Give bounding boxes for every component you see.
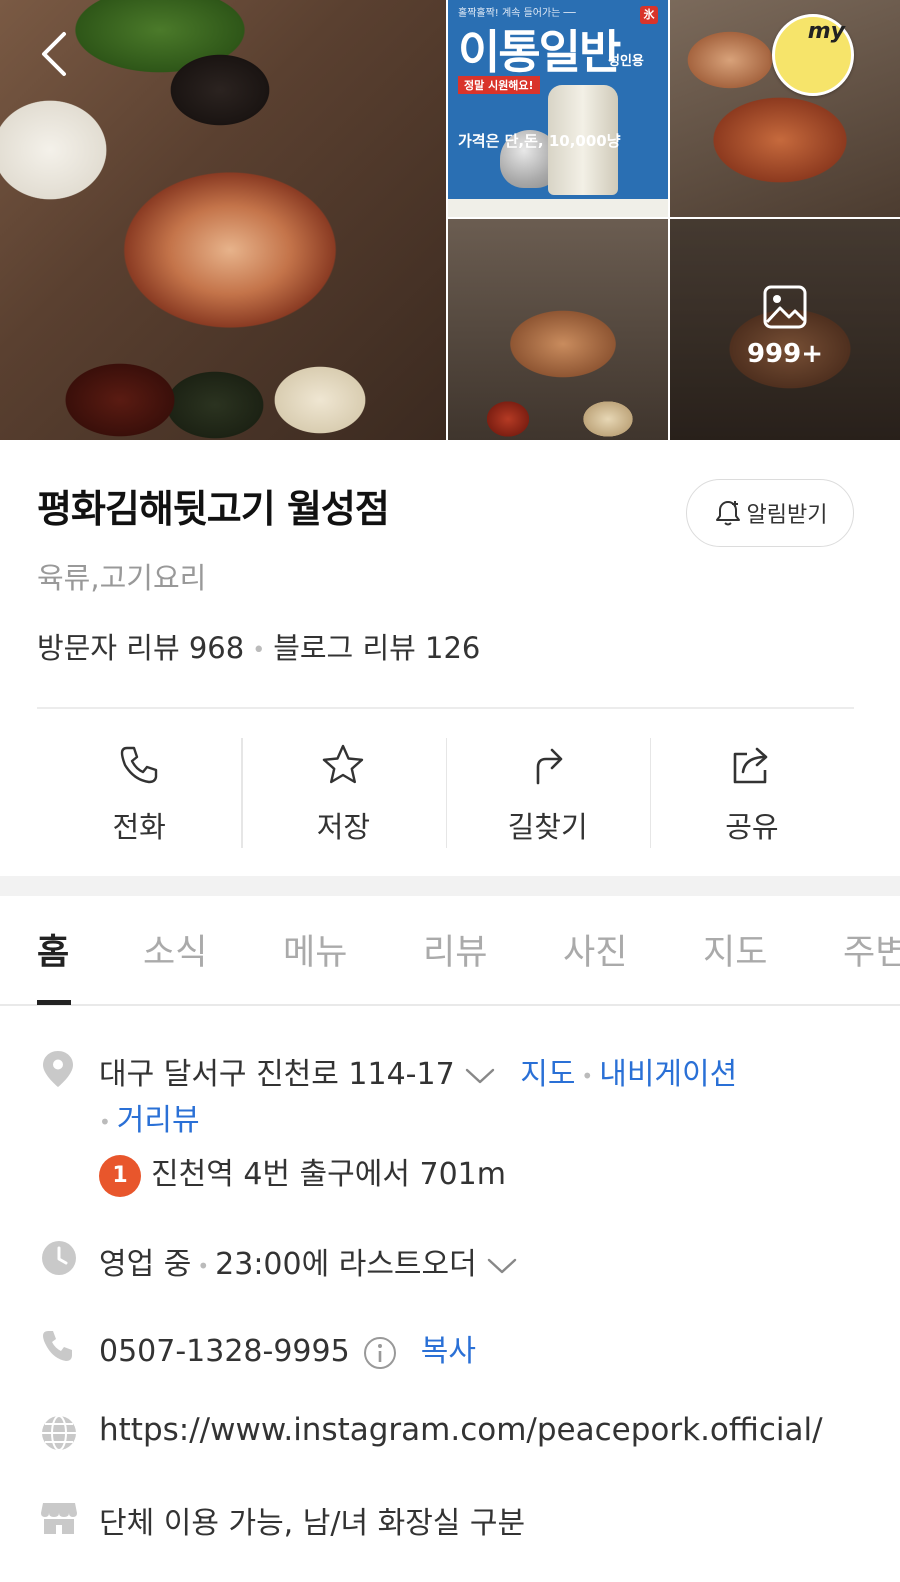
chevron-down-icon[interactable] [465, 1067, 495, 1085]
facilities-text: 단체 이용 가능, 남/녀 화장실 구분 [99, 1506, 526, 1541]
share-icon [733, 747, 768, 784]
photo-bottom-left[interactable] [448, 219, 668, 440]
poster-title: 이통일반 [458, 25, 621, 79]
star-icon [323, 744, 364, 784]
separator-dot: • [252, 637, 266, 663]
website-link[interactable]: https://www.instagram.com/peacepork.offi… [99, 1412, 823, 1448]
image-icon [763, 285, 807, 329]
location-pin-icon [43, 1051, 73, 1087]
tab-menu[interactable]: 메뉴 [283, 924, 347, 975]
tab-photos[interactable]: 사진 [563, 924, 627, 975]
save-button[interactable]: 저장 [241, 738, 445, 848]
section-gap [0, 876, 900, 896]
poster-photo[interactable]: 홀짝홀짝! 계속 들어가는 ── 이통일반 氷 정말 시원해요! 성인용 가격은… [448, 0, 668, 217]
subway-text: 진천역 4번 출구에서 701m [151, 1157, 506, 1192]
share-label: 공유 [725, 810, 779, 844]
place-category: 육류,고기요리 [37, 561, 207, 595]
poster-red-label: 정말 시원해요! [458, 76, 540, 94]
phone-number[interactable]: 0507-1328-9995 [99, 1334, 350, 1369]
poster-subtitle: 성인용 [608, 54, 644, 69]
hours-text: 23:00에 라스트오더 [215, 1247, 477, 1282]
place-name: 평화김해뒷고기 월성점 [37, 487, 390, 531]
info-icon[interactable] [363, 1336, 397, 1370]
navigation-link[interactable]: 내비게이션 [599, 1057, 737, 1092]
directions-icon [536, 748, 562, 785]
photo-top-right[interactable]: my [670, 0, 900, 217]
save-label: 저장 [316, 810, 371, 844]
phone-icon [120, 746, 158, 784]
subway-line-badge: 1 [99, 1154, 141, 1197]
chevron-down-icon[interactable] [487, 1257, 517, 1275]
tab-news[interactable]: 소식 [143, 924, 207, 975]
chevron-left-icon [42, 32, 66, 76]
poster-price: 가격은 단,돈, 10,000냥 [458, 132, 621, 150]
my-badge: my [772, 14, 854, 96]
my-badge-text: my [807, 19, 845, 44]
address-text: 대구 달서구 진천로 114-17 [99, 1057, 455, 1092]
tab-map[interactable]: 지도 [703, 924, 767, 975]
review-summary: 방문자 리뷰 968 • 블로그 리뷰 126 [37, 625, 480, 667]
bell-plus-icon [715, 501, 740, 526]
call-label: 전화 [112, 810, 166, 844]
directions-label: 길찾기 [507, 810, 588, 844]
tab-bar: 홈 소식 메뉴 리뷰 사진 지도 주변 [0, 896, 900, 1006]
copy-button[interactable]: 복사 [421, 1334, 476, 1369]
map-link[interactable]: 지도 [520, 1057, 575, 1092]
divider [37, 707, 854, 709]
alert-button[interactable]: 알림받기 [686, 479, 854, 547]
photo-gallery[interactable]: 홀짝홀짝! 계속 들어가는 ── 이통일반 氷 정말 시원해요! 성인용 가격은… [0, 0, 900, 440]
separator-dot: • [581, 1063, 594, 1088]
tab-reviews[interactable]: 리뷰 [423, 924, 487, 975]
tab-nearby[interactable]: 주변 [843, 924, 900, 975]
directions-button[interactable]: 길찾기 [445, 738, 650, 848]
store-icon [41, 1503, 77, 1534]
visitor-reviews-link[interactable]: 방문자 리뷰 968 [37, 631, 244, 665]
street-view-link[interactable]: 거리뷰 [117, 1103, 200, 1138]
more-photos-button[interactable]: 999+ [670, 219, 900, 440]
blog-reviews-link[interactable]: 블로그 리뷰 126 [273, 631, 480, 665]
call-button[interactable]: 전화 [37, 738, 241, 848]
separator-dot: • [99, 1109, 111, 1134]
tab-home[interactable]: 홈 [37, 924, 69, 975]
photo-count: 999+ [746, 339, 824, 369]
share-button[interactable]: 공유 [649, 738, 854, 848]
separator-dot: • [197, 1253, 210, 1278]
subway-info: 1 진천역 4번 출구에서 701m [99, 1149, 506, 1197]
clock-icon [42, 1241, 76, 1275]
hours-status: 영업 중 [99, 1247, 192, 1282]
poster-ice-badge: 氷 [640, 6, 658, 24]
active-tab-indicator [37, 1000, 71, 1005]
poster-footer [448, 199, 668, 217]
phone-icon [43, 1331, 72, 1361]
back-button[interactable] [36, 30, 72, 78]
globe-icon [42, 1415, 76, 1451]
alert-label: 알림받기 [746, 503, 828, 528]
action-bar: 전화 저장 길찾기 공유 [37, 738, 854, 848]
